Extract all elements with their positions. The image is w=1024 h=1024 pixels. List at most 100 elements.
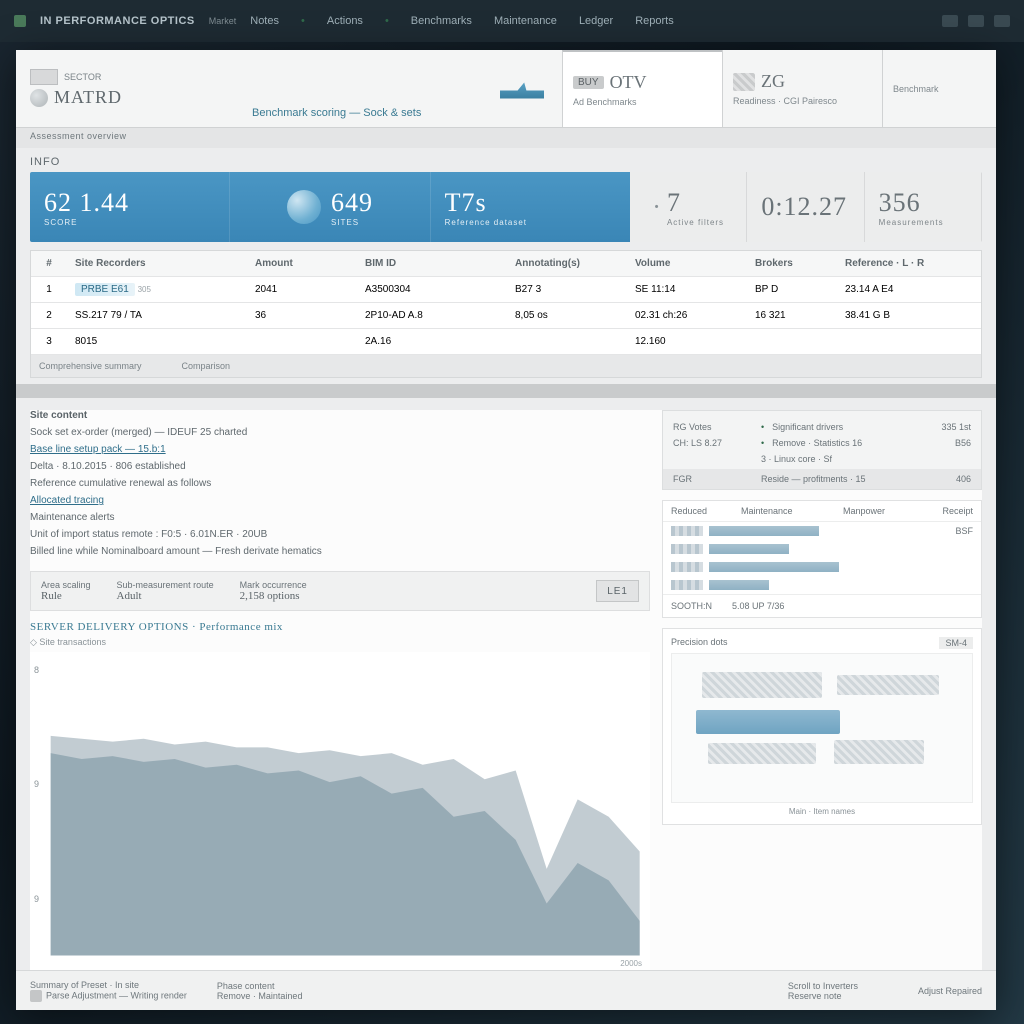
cat-header: Reduced Maintenance Manpower Receipt: [663, 501, 981, 522]
strip-kv: Sub-measurement routeAdult: [117, 580, 214, 602]
breadcrumb: Assessment overview: [16, 128, 996, 148]
th-bim[interactable]: BIM ID: [357, 251, 507, 276]
footer-left: Summary of Preset · In site Parse Adjust…: [30, 980, 187, 1002]
cell-bim: 2A.16: [357, 329, 507, 354]
swatch-icon: [671, 562, 703, 572]
tabcard-0-sub: Ad Benchmarks: [573, 97, 712, 107]
cell-ref: 38.41 G B: [837, 303, 981, 328]
table-row[interactable]: 3 8015 2A.16 12.160: [31, 329, 981, 355]
cat-n: BSF: [955, 526, 973, 536]
cell-vol: 12.160: [627, 329, 747, 354]
table-footer: Comprehensive summary Comparison: [31, 355, 981, 377]
tool-icon-2[interactable]: [968, 15, 984, 27]
tabcard-1[interactable]: ZG Readiness · CGI Pairesco: [722, 50, 882, 127]
cell-ref: 23.14 A E4: [837, 277, 981, 302]
area-chart[interactable]: 8 9 9 2000s: [30, 652, 650, 970]
cat-summary: SOOTH:N 5.08 UP 7/36: [663, 594, 981, 617]
window-footer: Summary of Preset · In site Parse Adjust…: [16, 970, 996, 1010]
site-table: # Site Recorders Amount BIM ID Annotatin…: [30, 250, 982, 378]
tabcard-0[interactable]: BUYOTV Ad Benchmarks: [562, 50, 722, 127]
summary-panel: RG Votes•Significant drivers335 1st CH: …: [662, 410, 982, 490]
cat-row[interactable]: BSF: [663, 522, 981, 540]
line-item: Sock set ex-order (merged) — IDEUF 25 ch…: [30, 427, 650, 438]
metric-meas-value: 356: [879, 188, 967, 218]
tool-icon-3[interactable]: [994, 15, 1010, 27]
line-link[interactable]: Base line setup pack — 15.b:1: [30, 444, 650, 455]
cat-row[interactable]: [663, 576, 981, 594]
chart-title: SERVER DELIVERY OPTIONS · Performance mi…: [30, 621, 650, 633]
chart-card: SERVER DELIVERY OPTIONS · Performance mi…: [30, 621, 650, 970]
param-strip: Area scalingRule Sub-measurement routeAd…: [30, 571, 650, 611]
th-anno[interactable]: Annotating(s): [507, 251, 627, 276]
footer-mid: Phase content Remove · Maintained: [217, 981, 303, 1001]
nav-notes[interactable]: Notes: [250, 15, 279, 27]
nav-maintenance[interactable]: Maintenance: [494, 15, 557, 27]
sidecontent-heading: Site content: [30, 410, 650, 421]
category-panel: Reduced Maintenance Manpower Receipt BSF…: [662, 500, 982, 618]
cell-site: SS.217 79 / TA: [67, 303, 247, 328]
patch-icon: [702, 672, 822, 699]
footer-m2[interactable]: Remove · Maintained: [217, 991, 303, 1001]
metric-sites-label: SITES: [331, 218, 373, 227]
line-item: Reference cumulative renewal as follows: [30, 478, 650, 489]
footer-far[interactable]: Adjust Repaired: [918, 986, 982, 996]
table-row[interactable]: 1 PRBE E61 305 2041 A3500304 B27 3 SE 11…: [31, 277, 981, 303]
th-vol[interactable]: Volume: [627, 251, 747, 276]
swatch-icon: [671, 544, 703, 554]
cell-vol: SE 11:14: [627, 277, 747, 302]
header-subtitle: Benchmark scoring — Sock & sets: [252, 107, 421, 127]
strip-v: 2,158 options: [240, 590, 307, 602]
strip-kv: Mark occurrence2,158 options: [240, 580, 307, 602]
cat-row[interactable]: [663, 540, 981, 558]
top-nav: Notes• Actions• Benchmarks Maintenance L…: [250, 15, 673, 27]
swatch-icon: [671, 580, 703, 590]
th-idx[interactable]: #: [31, 251, 67, 276]
nav-actions[interactable]: Actions: [327, 15, 363, 27]
brand-sector: SECTOR: [64, 72, 101, 82]
app-subtitle: Market: [209, 16, 237, 26]
body-columns: Site content Sock set ex-order (merged) …: [30, 410, 982, 970]
swatch-icon: [671, 526, 703, 536]
th-amt[interactable]: Amount: [247, 251, 357, 276]
ytick: 9: [34, 779, 39, 789]
th-ref[interactable]: Reference · L · R: [837, 251, 981, 276]
tool-icon-1[interactable]: [942, 15, 958, 27]
th-site[interactable]: Site Recorders: [67, 251, 247, 276]
panel-n: B56: [921, 438, 971, 448]
footer-l2[interactable]: Parse Adjustment — Writing render: [46, 990, 187, 1000]
line-link[interactable]: Allocated tracing: [30, 495, 650, 506]
strip-k: Area scaling: [41, 580, 91, 590]
mini-header: Precision dots SM-4: [671, 637, 973, 649]
line-item: Delta · 8.10.2015 · 806 established: [30, 461, 650, 472]
tabcard-2[interactable]: Benchmark: [882, 50, 982, 127]
tabcard-1-sub: Readiness · CGI Pairesco: [733, 96, 872, 106]
mini-plot[interactable]: [671, 653, 973, 803]
metric-sites-value: 649: [331, 188, 373, 218]
cat-row[interactable]: [663, 558, 981, 576]
metric-filters-value: 7: [667, 188, 724, 218]
nav-benchmarks[interactable]: Benchmarks: [411, 15, 472, 27]
strip-button[interactable]: LE1: [596, 580, 639, 602]
globe-icon: [30, 89, 48, 107]
cell-vol: 02.31 ch:26: [627, 303, 747, 328]
cat-bar: [709, 526, 819, 536]
footer-r2[interactable]: Reserve note: [788, 991, 858, 1001]
cell-site-hi: PRBE E61: [75, 283, 135, 296]
nav-reports[interactable]: Reports: [635, 15, 674, 27]
app-bar: IN PERFORMANCE OPTICS Market Notes• Acti…: [0, 0, 1024, 42]
patch-icon: [834, 740, 924, 764]
th-brk[interactable]: Brokers: [747, 251, 837, 276]
cell-brk: 16 321: [747, 303, 837, 328]
table-row[interactable]: 2 SS.217 79 / TA 36 2P10-AD A.8 8,05 os …: [31, 303, 981, 329]
metric-globe-icon: [287, 190, 321, 224]
footer-l1: Summary of Preset · In site: [30, 980, 187, 990]
panel-k: RG Votes: [673, 422, 753, 432]
metric-ref-label: Reference dataset: [445, 218, 616, 227]
mini-tag: SM-4: [939, 637, 973, 649]
strip-v: Rule: [41, 590, 91, 602]
nav-ledger[interactable]: Ledger: [579, 15, 613, 27]
window-header: SECTOR MATRD Benchmark scoring — Sock & …: [16, 50, 996, 128]
tabcard-0-big: OTV: [610, 72, 647, 93]
panel-n: 335 1st: [921, 422, 971, 432]
appbar-right-icons: [942, 15, 1010, 27]
